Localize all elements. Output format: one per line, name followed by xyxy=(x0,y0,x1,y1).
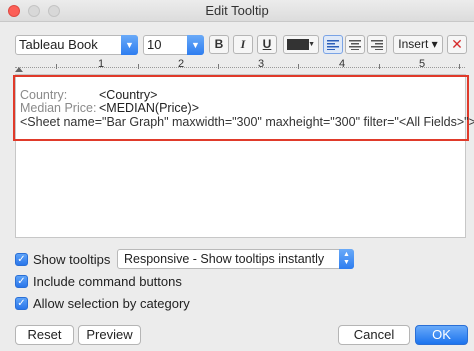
median-price-label: Median Price: xyxy=(20,101,97,115)
maximize-window-button[interactable] xyxy=(48,5,60,17)
chevron-down-icon: ▼ xyxy=(187,35,204,55)
show-tooltips-checkbox[interactable]: ✓ xyxy=(15,252,28,266)
include-command-buttons-row: ✓ Include command buttons xyxy=(15,273,182,289)
include-command-buttons-checkbox[interactable]: ✓ xyxy=(15,274,28,288)
country-field: <Country> xyxy=(99,88,158,102)
window-title: Edit Tooltip xyxy=(205,3,269,18)
ruler-tick xyxy=(138,64,139,69)
title-bar: Edit Tooltip xyxy=(0,0,474,22)
ruler-number: 2 xyxy=(178,58,185,70)
show-tooltips-row: ✓ Show tooltips xyxy=(15,251,110,267)
insert-menu-button[interactable]: Insert ▾ xyxy=(393,35,443,54)
caret-down-icon: ▾ xyxy=(431,37,438,51)
tooltip-mode-select[interactable]: Responsive - Show tooltips instantly ▲ ▼ xyxy=(117,249,354,269)
ruler-number: 5 xyxy=(419,58,426,70)
sheet-tag: <Sheet name="Bar Graph" maxwidth="300" m… xyxy=(20,115,474,129)
median-price-field: <MEDIAN(Price)> xyxy=(99,101,200,115)
allow-selection-label: Allow selection by category xyxy=(33,295,190,311)
align-left-button[interactable] xyxy=(323,35,343,54)
clear-button[interactable]: ✕ xyxy=(447,35,467,54)
tooltip-mode-value: Responsive - Show tooltips instantly xyxy=(124,252,325,266)
close-window-button[interactable] xyxy=(8,5,20,17)
ok-button[interactable]: OK xyxy=(415,325,468,345)
ruler-line xyxy=(15,67,465,68)
font-size-select[interactable]: 10 ▼ xyxy=(143,35,204,55)
up-down-icon: ▲ ▼ xyxy=(339,249,354,269)
align-center-button[interactable] xyxy=(345,35,365,54)
chevron-down-icon: ▼ xyxy=(121,35,138,55)
align-right-icon xyxy=(371,40,383,50)
color-swatch xyxy=(287,39,309,50)
ruler-tick xyxy=(56,64,57,69)
preview-button[interactable]: Preview xyxy=(78,325,141,345)
font-family-value: Tableau Book xyxy=(19,37,98,52)
align-right-button[interactable] xyxy=(367,35,387,54)
indent-marker[interactable] xyxy=(15,67,23,72)
country-label: Country: xyxy=(20,88,68,102)
allow-selection-checkbox[interactable]: ✓ xyxy=(15,296,28,310)
font-size-value: 10 xyxy=(147,37,162,52)
ruler-number: 3 xyxy=(258,58,265,70)
italic-button[interactable]: I xyxy=(233,35,253,54)
align-left-icon xyxy=(327,40,339,50)
font-family-select[interactable]: Tableau Book ▼ xyxy=(15,35,138,55)
show-tooltips-label: Show tooltips xyxy=(33,251,111,267)
ruler-tick xyxy=(218,64,219,69)
close-icon: ✕ xyxy=(451,36,463,52)
ruler-number: 4 xyxy=(339,58,346,70)
ruler-tick xyxy=(298,64,299,69)
insert-label: Insert xyxy=(398,37,429,51)
ruler-tick xyxy=(379,64,380,69)
text-color-button[interactable]: ▼ xyxy=(283,35,319,54)
caret-down-icon: ▼ xyxy=(308,41,315,48)
ruler-number: 1 xyxy=(98,58,105,70)
underline-button[interactable]: U xyxy=(257,35,277,54)
reset-button[interactable]: Reset xyxy=(15,325,74,345)
ruler: 1 2 3 4 5 xyxy=(15,58,465,72)
ruler-tick xyxy=(459,64,460,69)
include-command-buttons-label: Include command buttons xyxy=(33,273,182,289)
allow-selection-row: ✓ Allow selection by category xyxy=(15,295,190,311)
bold-button[interactable]: B xyxy=(209,35,229,54)
minimize-window-button[interactable] xyxy=(28,5,40,17)
align-center-icon xyxy=(349,40,361,50)
cancel-button[interactable]: Cancel xyxy=(338,325,410,345)
